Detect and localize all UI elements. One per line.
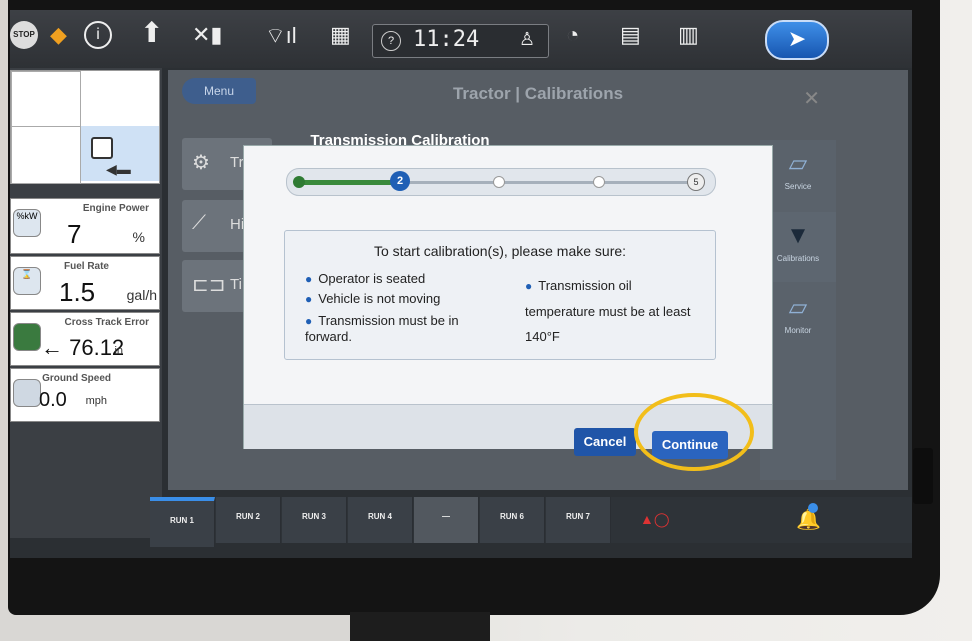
gps-satellite-icon[interactable]: ✕▮ (192, 22, 223, 48)
instructions-title: To start calibration(s), please make sur… (373, 243, 627, 259)
clock-time: 11:24 (413, 27, 480, 52)
layout-icon[interactable]: ▤ (620, 22, 641, 48)
speed-icon (13, 379, 41, 407)
continue-highlight-circle (634, 393, 754, 471)
gauge-label: Cross Track Error (64, 317, 150, 328)
gauge-unit: % (132, 229, 145, 245)
gauge-unit: gal/h (126, 287, 157, 303)
track-icon (13, 323, 41, 351)
monitor-stand (350, 612, 490, 641)
cross-track-error-gauge[interactable]: Cross Track Error ← 76.12 in (10, 312, 160, 366)
signal-icon[interactable]: ⌔ıl (265, 22, 297, 50)
current-step: 2 (390, 171, 410, 191)
gauge-value: 1.5 (59, 277, 96, 307)
direction-arrow-icon: ◀▬ (106, 161, 131, 177)
field-alert-icon[interactable]: ▲◯ (640, 511, 670, 528)
ground-speed-gauge[interactable]: Ground Speed 0.0 mph (10, 368, 160, 422)
gauge-label: Fuel Rate (63, 261, 109, 272)
step-progress-bar: 2 5 (286, 168, 716, 196)
home-button[interactable]: ➤ (765, 20, 829, 60)
monitor-knob (913, 448, 933, 504)
service-icon: ▱ (788, 150, 808, 177)
tab-run-5[interactable]: — (414, 497, 479, 543)
warning-icon[interactable]: ◆ (50, 22, 67, 48)
info-icon[interactable]: i (84, 21, 112, 49)
stop-icon[interactable]: STOP (10, 21, 38, 49)
nav-label: Calibrations (776, 254, 820, 263)
person-icon[interactable]: ♙ (519, 29, 535, 50)
nav-label: Service (784, 182, 812, 191)
monitor-icon: ▱ (788, 294, 808, 321)
instruction-item: ● Vehicle is not moving (305, 291, 441, 306)
step-start-dot (293, 176, 305, 188)
engine-power-icon: %kW (13, 209, 41, 237)
up-arrow-icon[interactable]: ⬆ (140, 16, 163, 49)
help-icon[interactable]: ? (381, 31, 401, 51)
gauge-label: Engine Power (82, 203, 149, 214)
grid-menu-icon[interactable]: ▦ (330, 22, 351, 48)
gauge-value: 7 (67, 219, 82, 249)
instructions-box: To start calibration(s), please make sur… (284, 230, 716, 360)
map-cell (11, 126, 81, 184)
guidance-map[interactable]: ◀▬ (10, 70, 160, 184)
display-screen: STOP ◆ i ⬆ ✕▮ ⌔ıl ▦ ? 11:24 ♙ ◔ ▤ ▥ ➤ ◀▬… (10, 10, 912, 558)
tab-run-4[interactable]: RUN 4 (348, 497, 413, 543)
gear-icon: ⚙ (192, 152, 210, 174)
home-arrow-icon: ➤ (787, 26, 807, 51)
gauge-unit: in (114, 345, 123, 357)
step-dot (593, 176, 605, 188)
tab-run-6[interactable]: RUN 6 (480, 497, 545, 543)
tab-run-1[interactable]: RUN 1 (150, 497, 215, 547)
close-icon[interactable]: ✕ (803, 86, 820, 111)
engine-power-gauge[interactable]: %kW Engine Power 7 % (10, 198, 160, 254)
hitch-icon: ⟋ (192, 212, 206, 234)
run-bar: RUN 1 RUN 2 RUN 3 RUN 4 — RUN 6 RUN 7 ▲◯… (150, 497, 912, 547)
clock-widget[interactable]: ? 11:24 ♙ (372, 24, 549, 58)
cancel-button[interactable]: Cancel (574, 428, 636, 456)
fuel-timer-icon: ⌛ (13, 267, 41, 295)
gauge-label: Ground Speed (42, 373, 111, 384)
instruction-item: ● Operator is seated (305, 271, 426, 286)
menu-button[interactable]: Menu (182, 78, 256, 104)
speedometer-icon[interactable]: ◔ (566, 22, 579, 48)
implement-icon[interactable]: ▥ (678, 22, 699, 48)
gauge-unit: mph (85, 395, 107, 407)
notification-badge (808, 503, 818, 513)
map-cell (11, 71, 81, 127)
nav-label: Monitor (784, 326, 812, 335)
instruction-item: ● Transmission oil temperature must be at… (525, 278, 691, 344)
page-title: Tractor | Calibrations (452, 84, 624, 103)
last-step: 5 (687, 173, 705, 191)
tab-run-7[interactable]: RUN 7 (546, 497, 611, 543)
fuel-rate-gauge[interactable]: ⌛ Fuel Rate 1.5 gal/h (10, 256, 160, 310)
left-panel: ◀▬ %kW Engine Power 7 % ⌛ Fuel Rate 1.5 … (10, 68, 162, 538)
gauge-value: 0.0 (39, 389, 67, 411)
tire-icon: ⊏⊐ (192, 274, 226, 296)
status-bar: STOP ◆ i ⬆ ✕▮ ⌔ıl ▦ ? 11:24 ♙ ◔ ▤ ▥ ➤ (10, 10, 912, 68)
chevron-down-icon: ▼ (786, 222, 810, 249)
step-dot (493, 176, 505, 188)
step-progress-fill (299, 180, 397, 185)
instruction-item: ● Transmission must be in forward. (305, 313, 459, 344)
tab-run-3[interactable]: RUN 3 (282, 497, 347, 543)
gauge-value: ← 76.12 (41, 335, 125, 360)
tractor-icon (91, 137, 113, 159)
tab-run-2[interactable]: RUN 2 (216, 497, 281, 543)
